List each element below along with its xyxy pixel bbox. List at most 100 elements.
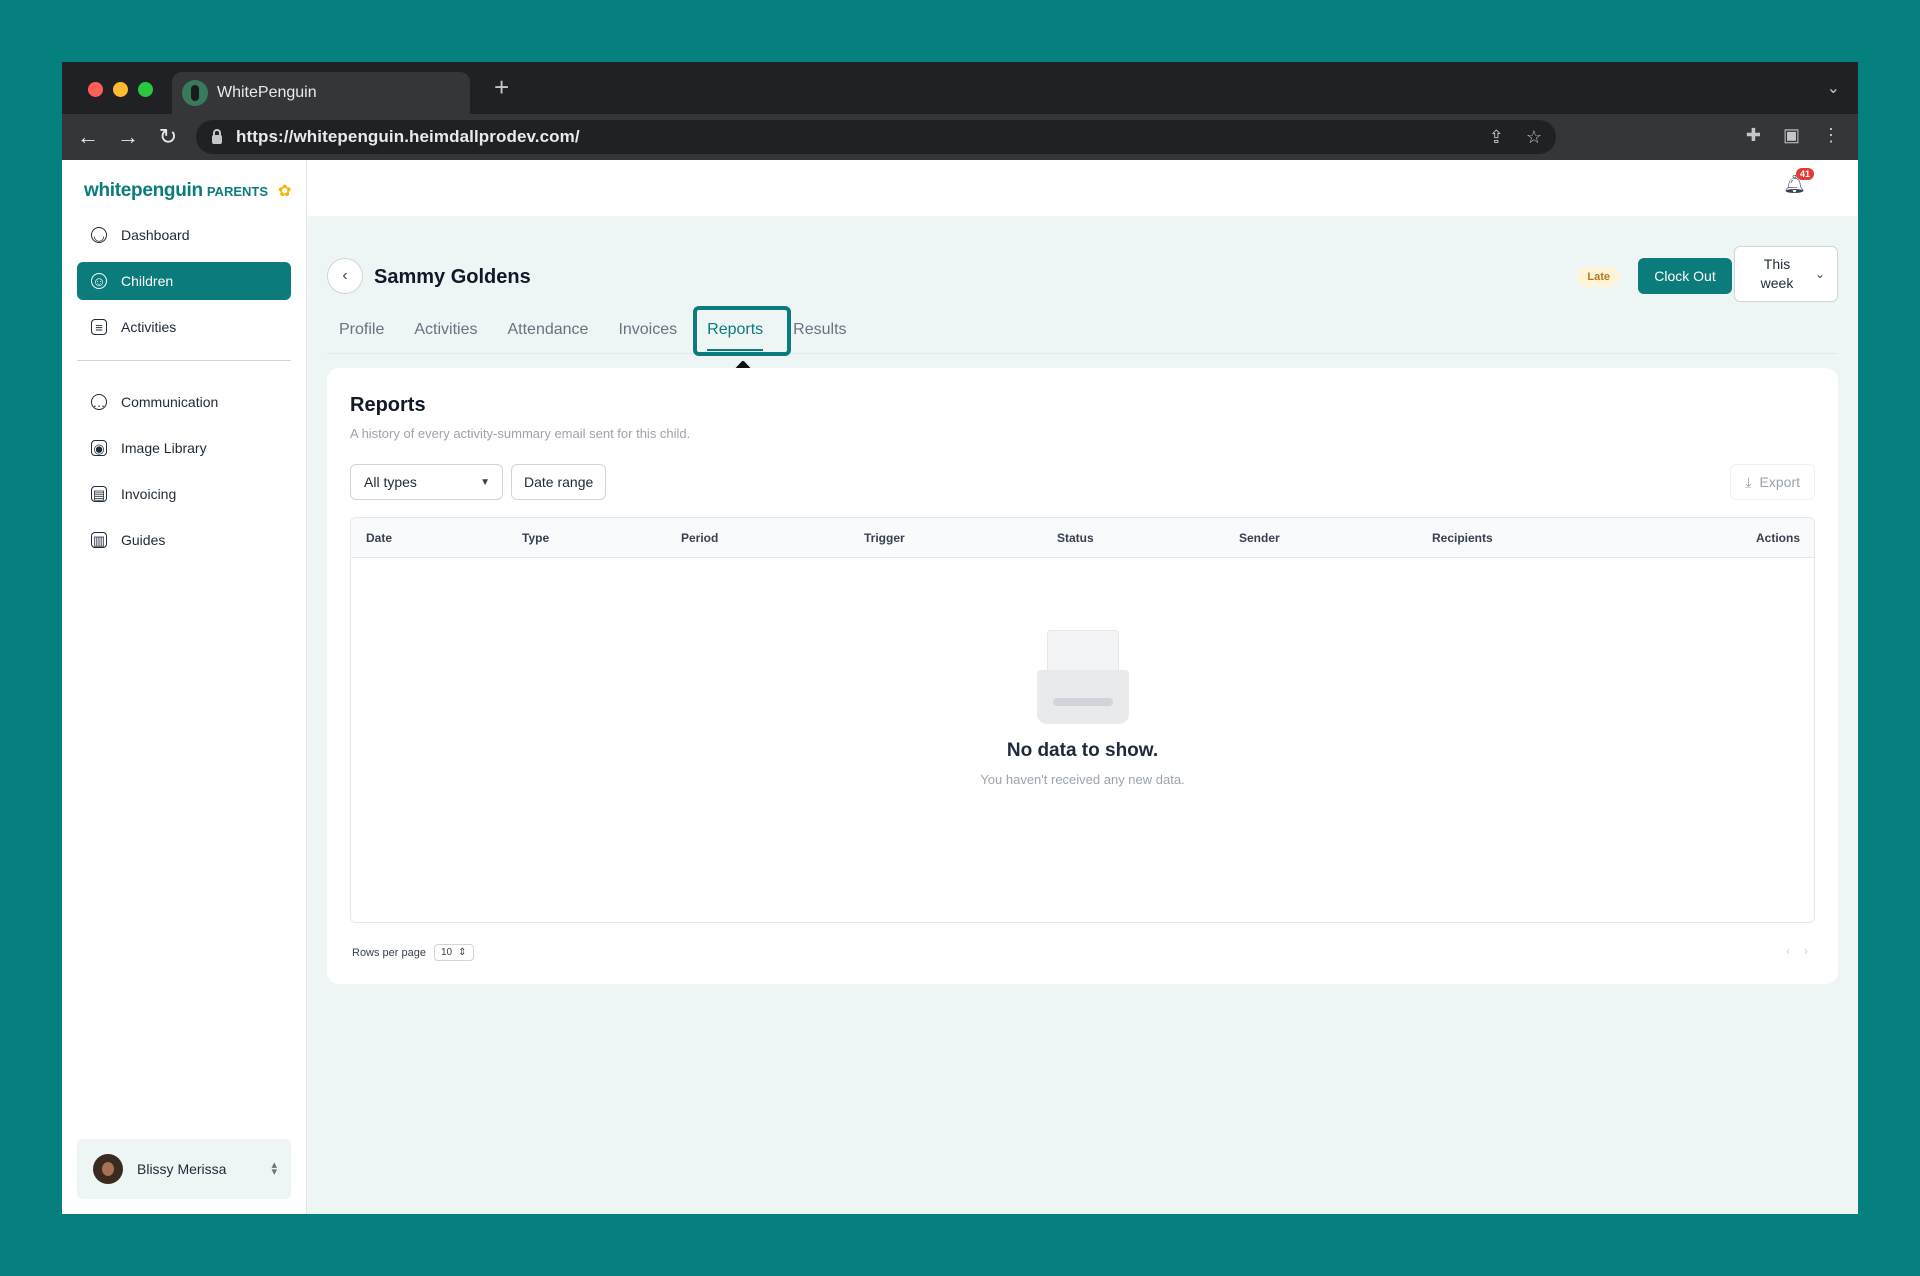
- brand-name: whitepenguin: [84, 180, 203, 201]
- extensions-icon[interactable]: ✚: [1746, 125, 1761, 146]
- browser-tab-title: WhitePenguin: [217, 84, 317, 101]
- tab-results[interactable]: Results: [781, 308, 858, 353]
- notification-badge: 41: [1795, 168, 1814, 180]
- award-badge-icon: ✿: [278, 183, 292, 200]
- minimize-window-button[interactable]: [113, 82, 128, 97]
- column-header-actions: Actions: [1755, 531, 1800, 545]
- table-header: Date Type Period Trigger Status Sender R…: [351, 518, 1814, 558]
- main-content: 🔔︎ 41 ‹ Sammy Goldens Late Clock Out Thi…: [307, 160, 1858, 1214]
- tab-highlight-outline: [693, 306, 791, 356]
- close-window-button[interactable]: [88, 82, 103, 97]
- tab-activities[interactable]: Activities: [402, 308, 489, 353]
- address-bar[interactable]: https://whitepenguin.heimdallprodev.com/…: [196, 120, 1556, 154]
- user-menu[interactable]: Blissy Merissa ▴ ▾: [77, 1139, 291, 1199]
- chevron-down-icon: ⌄: [1814, 267, 1825, 281]
- column-header-trigger[interactable]: Trigger: [864, 531, 905, 545]
- sidebar-nav: ◡ Dashboard ☺ Children ≡ Activities … Co…: [77, 216, 291, 567]
- new-tab-button[interactable]: +: [494, 72, 509, 103]
- forward-arrow-icon[interactable]: →: [108, 124, 148, 150]
- date-range-button[interactable]: Date range: [511, 464, 607, 500]
- column-header-status[interactable]: Status: [1057, 531, 1094, 545]
- tab-invoices[interactable]: Invoices: [606, 308, 689, 353]
- empty-state-subtitle: You haven't received any new data.: [980, 772, 1185, 787]
- column-header-type[interactable]: Type: [522, 531, 549, 545]
- side-panel-icon[interactable]: ▣: [1783, 125, 1800, 146]
- chevron-left-icon: ‹: [342, 267, 348, 284]
- reports-card: Reports A history of every activity-summ…: [327, 368, 1838, 984]
- browser-tabbar: WhitePenguin + ⌄: [62, 62, 1858, 114]
- lock-icon[interactable]: [212, 128, 222, 144]
- empty-inbox-icon: [1033, 630, 1133, 730]
- sidebar-item-image-library[interactable]: ◉ Image Library: [77, 429, 291, 467]
- page-title: Sammy Goldens: [374, 266, 531, 288]
- pagination: Rows per page 10 ⇕: [352, 944, 474, 961]
- sidebar-item-label: Invoicing: [121, 486, 177, 502]
- rows-per-page-value: 10: [441, 947, 453, 958]
- export-label: Export: [1759, 474, 1800, 490]
- type-filter-value: All types: [364, 474, 417, 490]
- browser-menu-icon[interactable]: ⋮: [1822, 125, 1840, 146]
- export-button[interactable]: ⤓ Export: [1730, 464, 1815, 500]
- next-page-icon[interactable]: ›: [1804, 944, 1808, 958]
- column-header-recipients[interactable]: Recipients: [1432, 531, 1493, 545]
- tab-attendance[interactable]: Attendance: [495, 308, 600, 353]
- brand-logo[interactable]: whitepenguin PARENTS ✿: [84, 180, 291, 202]
- period-line-2: week: [1760, 275, 1794, 291]
- sidebar-item-label: Image Library: [121, 440, 207, 456]
- dashboard-icon: ◡: [91, 227, 107, 243]
- tab-profile[interactable]: Profile: [327, 308, 396, 353]
- caret-down-icon: ▼: [480, 476, 490, 488]
- activities-icon: ≡: [91, 319, 107, 335]
- browser-toolbar: ← → ↻ https://whitepenguin.heimdallprode…: [62, 114, 1858, 160]
- share-icon[interactable]: ⇪: [1489, 127, 1504, 148]
- empty-state: No data to show. You haven't received an…: [351, 630, 1814, 787]
- bookmark-star-icon[interactable]: ☆: [1526, 127, 1542, 148]
- column-header-period[interactable]: Period: [681, 531, 718, 545]
- chevron-updown-icon: ▴ ▾: [271, 1159, 277, 1178]
- previous-page-icon[interactable]: ‹: [1786, 944, 1790, 958]
- status-badge: Late: [1577, 267, 1620, 287]
- chevron-updown-icon: ⇕: [458, 947, 467, 958]
- type-filter-select[interactable]: All types ▼: [350, 464, 503, 500]
- chat-icon: …: [91, 394, 107, 410]
- download-icon: ⤓: [1745, 473, 1752, 490]
- section-title: Reports: [350, 394, 426, 416]
- page-navigation: ‹ ›: [1786, 944, 1808, 958]
- tab-search-icon[interactable]: ⌄: [1827, 78, 1840, 98]
- browser-window: WhitePenguin + ⌄ ← → ↻ https://whitepeng…: [62, 62, 1858, 1214]
- sidebar-item-activities[interactable]: ≡ Activities: [77, 308, 291, 346]
- sidebar-item-label: Children: [121, 273, 174, 289]
- sidebar-item-dashboard[interactable]: ◡ Dashboard: [77, 216, 291, 254]
- window-controls: [88, 82, 153, 97]
- sidebar-divider: [77, 360, 291, 361]
- camera-icon: ◉: [91, 440, 107, 456]
- period-line-1: This: [1763, 256, 1791, 272]
- column-header-sender[interactable]: Sender: [1239, 531, 1280, 545]
- user-name: Blissy Merissa: [137, 1161, 227, 1177]
- empty-state-title: No data to show.: [1006, 740, 1159, 761]
- maximize-window-button[interactable]: [138, 82, 153, 97]
- section-subtitle: A history of every activity-summary emai…: [350, 426, 691, 441]
- avatar: [93, 1154, 123, 1184]
- sidebar-item-label: Communication: [121, 394, 219, 410]
- brand-suffix: PARENTS: [206, 184, 268, 199]
- sidebar-item-guides[interactable]: ▥ Guides: [77, 521, 291, 559]
- sidebar-item-invoicing[interactable]: ▤ Invoicing: [77, 475, 291, 513]
- child-tabs: Profile Activities Attendance Invoices R…: [327, 308, 1838, 354]
- back-button[interactable]: ‹: [327, 258, 363, 294]
- top-bar: 🔔︎ 41: [307, 160, 1858, 216]
- rows-per-page-select[interactable]: 10 ⇕: [434, 944, 474, 961]
- period-select[interactable]: This week ⌄: [1734, 246, 1838, 302]
- back-arrow-icon[interactable]: ←: [68, 124, 108, 150]
- sidebar-item-label: Guides: [121, 532, 166, 548]
- sidebar-item-label: Dashboard: [121, 227, 190, 243]
- clock-out-button[interactable]: Clock Out: [1638, 258, 1732, 294]
- child-header: ‹ Sammy Goldens Late Clock Out This week…: [327, 246, 1838, 302]
- reload-icon[interactable]: ↻: [148, 124, 188, 150]
- sidebar-item-communication[interactable]: … Communication: [77, 383, 291, 421]
- sidebar-item-children[interactable]: ☺ Children: [77, 262, 291, 300]
- children-icon: ☺: [91, 273, 107, 289]
- column-header-date[interactable]: Date: [366, 531, 392, 545]
- browser-tab[interactable]: WhitePenguin: [172, 72, 470, 114]
- url-text[interactable]: https://whitepenguin.heimdallprodev.com/: [236, 127, 580, 147]
